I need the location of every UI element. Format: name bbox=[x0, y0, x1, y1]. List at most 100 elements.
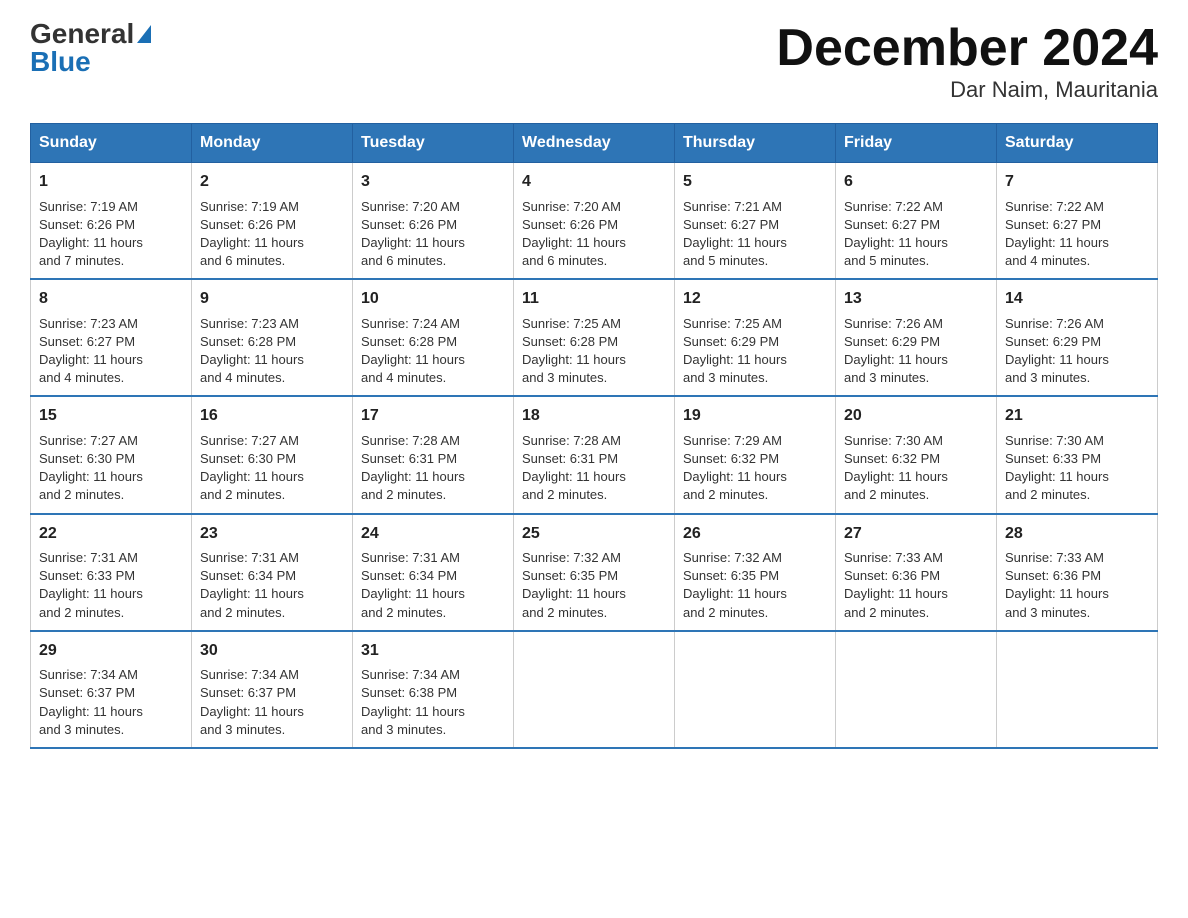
calendar-cell: 18Sunrise: 7:28 AMSunset: 6:31 PMDayligh… bbox=[514, 396, 675, 513]
day-number: 26 bbox=[683, 523, 827, 545]
day-number: 1 bbox=[39, 171, 183, 193]
day-info: Sunrise: 7:24 AMSunset: 6:28 PMDaylight:… bbox=[361, 316, 465, 386]
calendar-cell: 1 Sunrise: 7:19 AMSunset: 6:26 PMDaylight… bbox=[31, 163, 192, 280]
calendar-cell: 25Sunrise: 7:32 AMSunset: 6:35 PMDayligh… bbox=[514, 514, 675, 631]
calendar-cell: 6 Sunrise: 7:22 AMSunset: 6:27 PMDaylight… bbox=[836, 163, 997, 280]
day-info: Sunrise: 7:27 AMSunset: 6:30 PMDaylight:… bbox=[39, 433, 143, 503]
day-info: Sunrise: 7:33 AMSunset: 6:36 PMDaylight:… bbox=[844, 550, 948, 620]
day-info: Sunrise: 7:19 AMSunset: 6:26 PMDaylight:… bbox=[39, 199, 143, 269]
calendar-cell: 13 Sunrise: 7:26 AMSunset: 6:29 PMDayligh… bbox=[836, 279, 997, 396]
day-number: 13 bbox=[844, 288, 988, 310]
day-info: Sunrise: 7:29 AMSunset: 6:32 PMDaylight:… bbox=[683, 433, 787, 503]
day-info: Sunrise: 7:20 AMSunset: 6:26 PMDaylight:… bbox=[361, 199, 465, 269]
header-thursday: Thursday bbox=[675, 124, 836, 163]
calendar-cell: 5 Sunrise: 7:21 AMSunset: 6:27 PMDaylight… bbox=[675, 163, 836, 280]
calendar-cell: 15 Sunrise: 7:27 AMSunset: 6:30 PMDayligh… bbox=[31, 396, 192, 513]
day-number: 9 bbox=[200, 288, 344, 310]
calendar-week-row: 22 Sunrise: 7:31 AMSunset: 6:33 PMDayligh… bbox=[31, 514, 1158, 631]
calendar-cell bbox=[675, 631, 836, 748]
day-info: Sunrise: 7:23 AMSunset: 6:28 PMDaylight:… bbox=[200, 316, 304, 386]
calendar-cell: 12 Sunrise: 7:25 AMSunset: 6:29 PMDayligh… bbox=[675, 279, 836, 396]
calendar-cell: 8 Sunrise: 7:23 AMSunset: 6:27 PMDaylight… bbox=[31, 279, 192, 396]
day-info: Sunrise: 7:31 AMSunset: 6:34 PMDaylight:… bbox=[361, 550, 465, 620]
day-number: 5 bbox=[683, 171, 827, 193]
header-sunday: Sunday bbox=[31, 124, 192, 163]
calendar-week-row: 8 Sunrise: 7:23 AMSunset: 6:27 PMDaylight… bbox=[31, 279, 1158, 396]
calendar-cell: 10 Sunrise: 7:24 AMSunset: 6:28 PMDayligh… bbox=[353, 279, 514, 396]
header-saturday: Saturday bbox=[997, 124, 1158, 163]
day-info: Sunrise: 7:23 AMSunset: 6:27 PMDaylight:… bbox=[39, 316, 143, 386]
day-info: Sunrise: 7:31 AMSunset: 6:33 PMDaylight:… bbox=[39, 550, 143, 620]
day-number: 8 bbox=[39, 288, 183, 310]
day-number: 29 bbox=[39, 640, 183, 662]
calendar-cell: 11Sunrise: 7:25 AMSunset: 6:28 PMDayligh… bbox=[514, 279, 675, 396]
calendar-cell: 9 Sunrise: 7:23 AMSunset: 6:28 PMDaylight… bbox=[192, 279, 353, 396]
day-info: Sunrise: 7:28 AMSunset: 6:31 PMDaylight:… bbox=[361, 433, 465, 503]
day-info: Sunrise: 7:34 AMSunset: 6:37 PMDaylight:… bbox=[39, 667, 143, 737]
calendar-cell: 17Sunrise: 7:28 AMSunset: 6:31 PMDayligh… bbox=[353, 396, 514, 513]
day-info: Sunrise: 7:32 AMSunset: 6:35 PMDaylight:… bbox=[522, 550, 626, 620]
calendar-header-row: SundayMondayTuesdayWednesdayThursdayFrid… bbox=[31, 124, 1158, 163]
day-number: 10 bbox=[361, 288, 505, 310]
calendar-cell: 22 Sunrise: 7:31 AMSunset: 6:33 PMDayligh… bbox=[31, 514, 192, 631]
logo-general: General bbox=[30, 20, 134, 48]
day-info: Sunrise: 7:22 AMSunset: 6:27 PMDaylight:… bbox=[844, 199, 948, 269]
title-block: December 2024 Dar Naim, Mauritania bbox=[776, 20, 1158, 103]
day-info: Sunrise: 7:34 AMSunset: 6:38 PMDaylight:… bbox=[361, 667, 465, 737]
page-title: December 2024 bbox=[776, 20, 1158, 77]
day-number: 19 bbox=[683, 405, 827, 427]
day-number: 30 bbox=[200, 640, 344, 662]
day-info: Sunrise: 7:28 AMSunset: 6:31 PMDaylight:… bbox=[522, 433, 626, 503]
day-number: 22 bbox=[39, 523, 183, 545]
day-number: 24 bbox=[361, 523, 505, 545]
day-info: Sunrise: 7:26 AMSunset: 6:29 PMDaylight:… bbox=[844, 316, 948, 386]
calendar-cell: 27Sunrise: 7:33 AMSunset: 6:36 PMDayligh… bbox=[836, 514, 997, 631]
day-info: Sunrise: 7:33 AMSunset: 6:36 PMDaylight:… bbox=[1005, 550, 1109, 620]
day-info: Sunrise: 7:32 AMSunset: 6:35 PMDaylight:… bbox=[683, 550, 787, 620]
day-number: 16 bbox=[200, 405, 344, 427]
calendar-cell: 23 Sunrise: 7:31 AMSunset: 6:34 PMDayligh… bbox=[192, 514, 353, 631]
day-number: 31 bbox=[361, 640, 505, 662]
day-info: Sunrise: 7:21 AMSunset: 6:27 PMDaylight:… bbox=[683, 199, 787, 269]
day-info: Sunrise: 7:26 AMSunset: 6:29 PMDaylight:… bbox=[1005, 316, 1109, 386]
day-number: 6 bbox=[844, 171, 988, 193]
logo: General Blue bbox=[30, 20, 151, 76]
day-number: 23 bbox=[200, 523, 344, 545]
calendar-cell: 4 Sunrise: 7:20 AMSunset: 6:26 PMDaylight… bbox=[514, 163, 675, 280]
day-info: Sunrise: 7:25 AMSunset: 6:29 PMDaylight:… bbox=[683, 316, 787, 386]
day-info: Sunrise: 7:19 AMSunset: 6:26 PMDaylight:… bbox=[200, 199, 304, 269]
calendar-cell: 7Sunrise: 7:22 AMSunset: 6:27 PMDaylight… bbox=[997, 163, 1158, 280]
calendar-cell bbox=[997, 631, 1158, 748]
header-monday: Monday bbox=[192, 124, 353, 163]
day-number: 3 bbox=[361, 171, 505, 193]
calendar-cell: 2Sunrise: 7:19 AMSunset: 6:26 PMDaylight… bbox=[192, 163, 353, 280]
calendar-cell: 20Sunrise: 7:30 AMSunset: 6:32 PMDayligh… bbox=[836, 396, 997, 513]
day-info: Sunrise: 7:27 AMSunset: 6:30 PMDaylight:… bbox=[200, 433, 304, 503]
day-number: 28 bbox=[1005, 523, 1149, 545]
page-header: General Blue December 2024 Dar Naim, Mau… bbox=[30, 20, 1158, 103]
calendar-cell: 30 Sunrise: 7:34 AMSunset: 6:37 PMDayligh… bbox=[192, 631, 353, 748]
day-info: Sunrise: 7:34 AMSunset: 6:37 PMDaylight:… bbox=[200, 667, 304, 737]
logo-blue: Blue bbox=[30, 46, 91, 77]
calendar-cell: 21 Sunrise: 7:30 AMSunset: 6:33 PMDayligh… bbox=[997, 396, 1158, 513]
calendar-cell: 16 Sunrise: 7:27 AMSunset: 6:30 PMDayligh… bbox=[192, 396, 353, 513]
header-friday: Friday bbox=[836, 124, 997, 163]
day-info: Sunrise: 7:31 AMSunset: 6:34 PMDaylight:… bbox=[200, 550, 304, 620]
calendar-cell bbox=[514, 631, 675, 748]
day-number: 11 bbox=[522, 288, 666, 310]
day-number: 14 bbox=[1005, 288, 1149, 310]
day-info: Sunrise: 7:30 AMSunset: 6:33 PMDaylight:… bbox=[1005, 433, 1109, 503]
header-tuesday: Tuesday bbox=[353, 124, 514, 163]
calendar-cell: 29 Sunrise: 7:34 AMSunset: 6:37 PMDayligh… bbox=[31, 631, 192, 748]
calendar-cell: 31 Sunrise: 7:34 AMSunset: 6:38 PMDayligh… bbox=[353, 631, 514, 748]
day-number: 12 bbox=[683, 288, 827, 310]
calendar-week-row: 1 Sunrise: 7:19 AMSunset: 6:26 PMDaylight… bbox=[31, 163, 1158, 280]
day-number: 21 bbox=[1005, 405, 1149, 427]
day-number: 15 bbox=[39, 405, 183, 427]
calendar-cell bbox=[836, 631, 997, 748]
day-number: 4 bbox=[522, 171, 666, 193]
day-info: Sunrise: 7:20 AMSunset: 6:26 PMDaylight:… bbox=[522, 199, 626, 269]
logo-triangle-icon bbox=[137, 25, 151, 43]
calendar-cell: 26 Sunrise: 7:32 AMSunset: 6:35 PMDayligh… bbox=[675, 514, 836, 631]
page-subtitle: Dar Naim, Mauritania bbox=[776, 77, 1158, 103]
